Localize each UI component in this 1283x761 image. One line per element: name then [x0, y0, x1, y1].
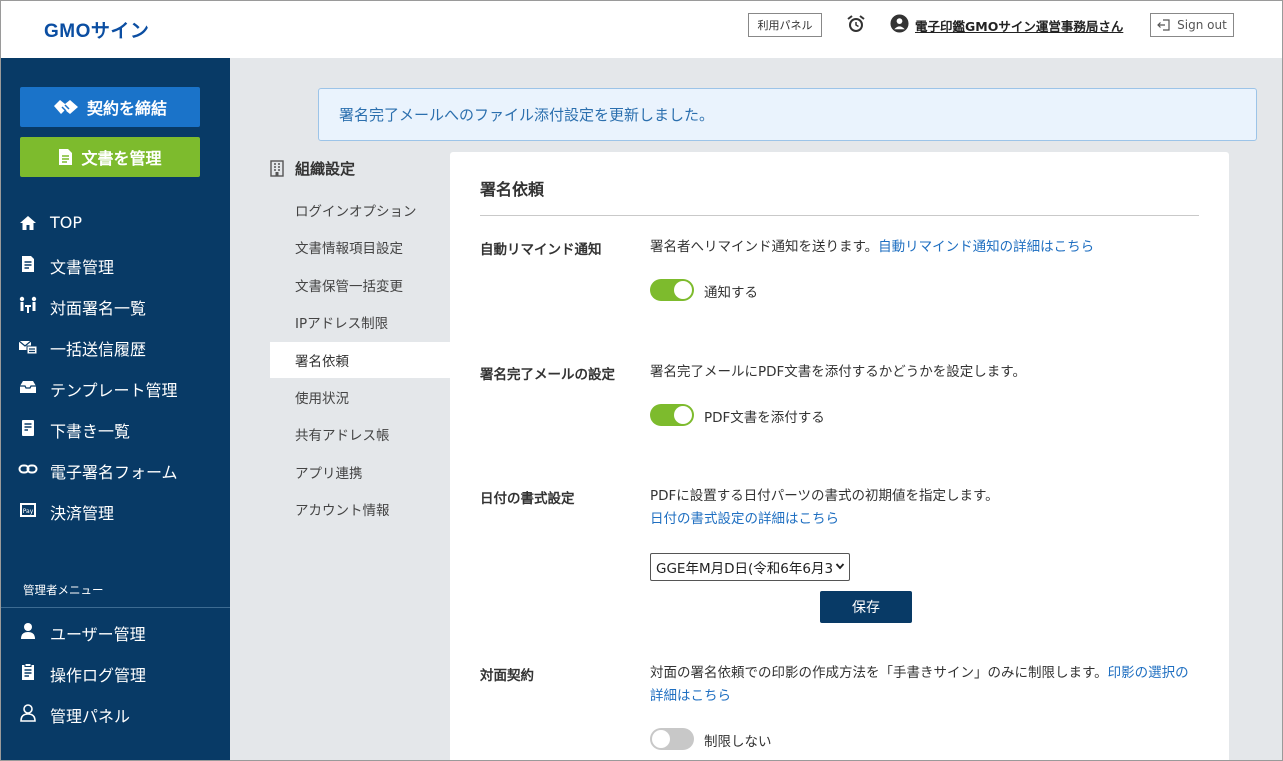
auto-remind-text: 署名者へリマインド通知を送ります。: [650, 239, 879, 255]
logo[interactable]: GMOサイン: [44, 16, 149, 43]
nav-item-label: 操作ログ管理: [50, 666, 147, 685]
nav-item-label: 一括送信履歴: [50, 340, 147, 359]
document-icon: [22, 256, 34, 272]
subnav-app-integration[interactable]: アプリ連携: [270, 454, 450, 490]
nav-item-bulk-send-history[interactable]: 一括送信履歴: [0, 331, 230, 361]
template-icon: [20, 381, 36, 393]
nav-item-face-to-face[interactable]: 対面署名一覧: [0, 290, 230, 320]
face-to-face-label: 対面契約: [480, 668, 534, 684]
save-button[interactable]: 保存: [820, 591, 912, 623]
subnav-document-storage-bulk[interactable]: 文書保管一括変更: [270, 267, 450, 303]
nav-item-drafts[interactable]: 下書き一覧: [0, 413, 230, 443]
nav-item-e-signature-form[interactable]: 電子署名フォーム: [0, 454, 230, 484]
subnav-account-info[interactable]: アカウント情報: [270, 491, 450, 527]
subnav-usage-status[interactable]: 使用状況: [270, 379, 450, 415]
date-format-select[interactable]: GGE年M月D日(令和6年6月3: [650, 553, 850, 581]
nav-item-payment-management[interactable]: Pay 決済管理: [0, 495, 230, 525]
date-format-select-value: GGE年M月D日(令和6年6月3: [656, 561, 834, 577]
nav-item-template-management[interactable]: テンプレート管理: [0, 372, 230, 402]
nav-item-label: 文書管理: [50, 258, 115, 277]
settings-panel: 署名依頼 自動リマインド通知 署名者へリマインド通知を送ります。自動リマインド通…: [450, 152, 1229, 761]
date-format-label: 日付の書式設定: [480, 491, 575, 507]
restrict-handwriting-toggle[interactable]: [650, 728, 694, 750]
bulk-send-icon: [18, 340, 38, 355]
subnav-login-options[interactable]: ログインオプション: [270, 192, 450, 228]
sign-out-label: Sign out: [1177, 18, 1227, 32]
nav-item-admin-panel[interactable]: 管理パネル: [0, 698, 230, 728]
home-icon: [20, 216, 36, 230]
manage-documents-label: 文書を管理: [81, 149, 162, 168]
sign-out-button[interactable]: Sign out: [1150, 13, 1234, 37]
admin-panel-icon: [20, 704, 36, 722]
complete-mail-description: 署名完了メールにPDF文書を添付するかどうかを設定します。: [650, 364, 1026, 380]
panel-divider: [480, 215, 1199, 216]
restrict-handwriting-toggle-label: 制限しない: [704, 734, 772, 750]
user-icon: [21, 623, 35, 639]
user-name-link[interactable]: 電子印鑑GMOサイン運営事務局さん: [915, 16, 1123, 35]
nav-item-label: TOP: [50, 213, 83, 232]
auto-remind-label: 自動リマインド通知: [480, 242, 602, 258]
alarm-clock-icon[interactable]: [846, 14, 866, 34]
nav-item-label: テンプレート管理: [50, 381, 178, 400]
complete-mail-label: 署名完了メールの設定: [480, 367, 615, 383]
log-icon: [22, 663, 34, 680]
face-to-face-description: 対面の署名依頼での印影の作成方法を「手書きサイン」のみに制限します。印影の選択の…: [650, 662, 1195, 708]
subnav-ip-restriction[interactable]: IPアドレス制限: [270, 304, 450, 340]
chevron-down-icon: [835, 561, 845, 571]
link-icon: [18, 464, 38, 474]
subnav-signature-request[interactable]: 署名依頼: [270, 342, 450, 378]
panel-title: 署名依頼: [480, 180, 545, 199]
nav-item-top[interactable]: TOP: [0, 208, 230, 238]
admin-divider: [0, 607, 230, 608]
contract-button-label: 契約を締結: [86, 99, 167, 118]
user-avatar-icon: [890, 14, 909, 33]
attach-pdf-toggle-label: PDF文書を添付する: [704, 410, 825, 426]
nav-item-label: 対面署名一覧: [50, 299, 147, 318]
toggle-knob: [674, 406, 692, 424]
handshake-icon: [53, 100, 78, 114]
top-header: GMOサイン 利用パネル 電子印鑑GMOサイン運営事務局さん Sign out: [0, 0, 1283, 58]
success-alert: 署名完了メールへのファイル添付設定を更新しました。: [318, 88, 1257, 141]
nav-item-operation-log[interactable]: 操作ログ管理: [0, 657, 230, 687]
subnav-shared-address-book[interactable]: 共有アドレス帳: [270, 416, 450, 452]
subnav-document-info-items[interactable]: 文書情報項目設定: [270, 229, 450, 265]
date-format-text: PDFに設置する日付パーツの書式の初期値を指定します。: [650, 488, 999, 504]
date-format-description: PDFに設置する日付パーツの書式の初期値を指定します。 日付の書式設定の詳細はこ…: [650, 485, 1195, 531]
nav-item-label: ユーザー管理: [50, 625, 146, 644]
org-settings-label: 組織設定: [295, 160, 356, 178]
sign-out-icon: [1157, 19, 1170, 31]
nav-item-document-management[interactable]: 文書管理: [0, 249, 230, 279]
document-icon: [59, 149, 73, 165]
usage-panel-button[interactable]: 利用パネル: [748, 13, 822, 37]
toggle-knob: [652, 730, 670, 748]
nav-item-label: 管理パネル: [50, 707, 131, 726]
nav-item-label: 決済管理: [50, 504, 115, 523]
draft-icon: [22, 420, 34, 436]
auto-remind-toggle-label: 通知する: [704, 285, 758, 301]
face-to-face-icon: [19, 296, 37, 313]
pay-icon: Pay: [20, 503, 36, 517]
nav-item-label: 電子署名フォーム: [50, 463, 178, 482]
nav-item-label: 下書き一覧: [50, 422, 131, 441]
building-icon: [270, 160, 284, 177]
svg-text:Pay: Pay: [23, 508, 34, 515]
toggle-knob: [674, 281, 692, 299]
contract-button[interactable]: 契約を締結: [20, 87, 200, 127]
manage-documents-button[interactable]: 文書を管理: [20, 137, 200, 177]
auto-remind-description: 署名者へリマインド通知を送ります。自動リマインド通知の詳細はこちら: [650, 236, 1195, 259]
admin-menu-label: 管理者メニュー: [23, 583, 104, 597]
alert-message: 署名完了メールへのファイル添付設定を更新しました。: [339, 106, 715, 124]
date-format-details-link[interactable]: 日付の書式設定の詳細はこちら: [650, 508, 1195, 531]
auto-remind-toggle[interactable]: [650, 279, 694, 301]
sidebar: 契約を締結 文書を管理 TOP 文書管理 対面署名一覧 一括送信履歴 テンプレー…: [0, 58, 230, 761]
auto-remind-details-link[interactable]: 自動リマインド通知の詳細はこちら: [878, 239, 1094, 255]
attach-pdf-toggle[interactable]: [650, 404, 694, 426]
nav-item-user-management[interactable]: ユーザー管理: [0, 616, 230, 646]
face-to-face-text: 対面の署名依頼での印影の作成方法を「手書きサイン」のみに制限します。: [650, 665, 1108, 681]
